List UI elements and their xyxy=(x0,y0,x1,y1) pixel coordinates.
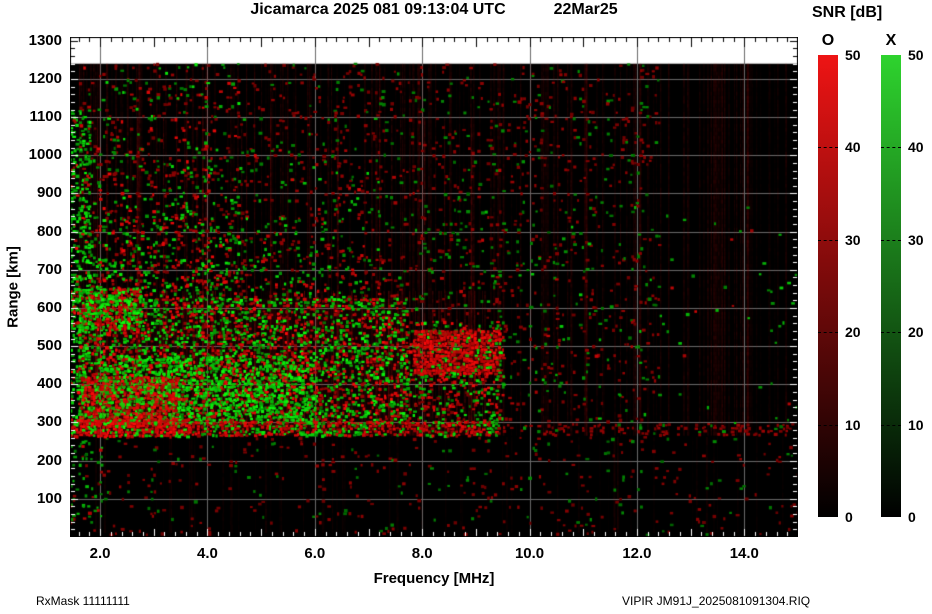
x-mode-tick-50: 50 xyxy=(908,47,924,63)
o-mode-dash-30 xyxy=(818,239,838,241)
plot-title-date: 22Mar25 xyxy=(553,1,618,18)
ionogram-page: Jicamarca 2025 081 09:13:04 UTC 22Mar25 … xyxy=(0,0,932,614)
x-mode-tick-20: 20 xyxy=(908,324,924,341)
plot-title: Jicamarca 2025 081 09:13:04 UTC 22Mar25 xyxy=(70,1,798,19)
x-mode-tick-30: 30 xyxy=(908,231,924,248)
x-mode-dash-10 xyxy=(881,424,901,426)
x-axis-title: Frequency [MHz] xyxy=(373,570,495,587)
y-tick-label-600: 600 xyxy=(36,298,62,316)
o-mode-tick-0: 0 xyxy=(845,509,853,525)
x-mode-dash-30 xyxy=(881,239,901,241)
o-mode-tick-50: 50 xyxy=(845,47,861,63)
x-tick-label-10: 10.0 xyxy=(514,545,545,562)
o-mode-label: O xyxy=(821,32,835,49)
x-tick-label-6: 6.0 xyxy=(304,545,326,562)
y-tick-label-800: 800 xyxy=(36,222,62,240)
y-tick-label-200: 200 xyxy=(36,451,62,469)
x-mode-colorbar xyxy=(881,55,901,517)
x-mode-label: X xyxy=(885,32,897,49)
data-filename: VIPIR JM91J_2025081091304.RIQ xyxy=(622,594,811,608)
colorbar-title: SNR [dB] xyxy=(812,4,883,21)
o-mode-tick-40: 40 xyxy=(845,139,861,156)
y-tick-label-1100: 1100 xyxy=(29,108,62,126)
x-mode-tick-0: 0 xyxy=(908,509,916,525)
y-tick-label-500: 500 xyxy=(36,337,62,355)
plot-title-text: Jicamarca 2025 081 09:13:04 UTC xyxy=(250,1,506,18)
y-tick-label-900: 900 xyxy=(36,184,62,202)
y-tick-label-1200: 1200 xyxy=(28,69,62,87)
y-tick-label-400: 400 xyxy=(36,375,62,393)
rxmask-status: RxMask 11111111 xyxy=(36,594,130,608)
x-tick-label-14: 14.0 xyxy=(729,545,759,562)
o-mode-tick-10: 10 xyxy=(845,416,861,433)
o-mode-colorbar xyxy=(818,55,838,517)
o-mode-dash-20 xyxy=(818,332,838,334)
x-tick-label-12: 12.0 xyxy=(622,545,652,562)
y-tick-label-1000: 1000 xyxy=(28,146,62,164)
o-mode-dash-40 xyxy=(818,147,838,149)
y-tick-label-100: 100 xyxy=(36,489,62,507)
ionogram-plot-canvas xyxy=(70,37,798,537)
x-mode-tick-10: 10 xyxy=(908,416,924,433)
y-tick-label-300: 300 xyxy=(36,413,62,431)
x-mode-tick-40: 40 xyxy=(908,139,924,156)
x-tick-label-4: 4.0 xyxy=(197,545,218,562)
x-mode-dash-40 xyxy=(881,147,901,149)
o-mode-tick-30: 30 xyxy=(845,231,861,248)
o-mode-tick-20: 20 xyxy=(845,324,861,341)
x-mode-dash-20 xyxy=(881,332,901,334)
x-tick-label-8: 8.0 xyxy=(411,545,433,562)
o-mode-dash-10 xyxy=(818,424,838,426)
y-tick-label-1300: 1300 xyxy=(28,31,62,49)
y-tick-label-700: 700 xyxy=(36,260,62,278)
x-tick-label-2: 2.0 xyxy=(89,545,111,562)
